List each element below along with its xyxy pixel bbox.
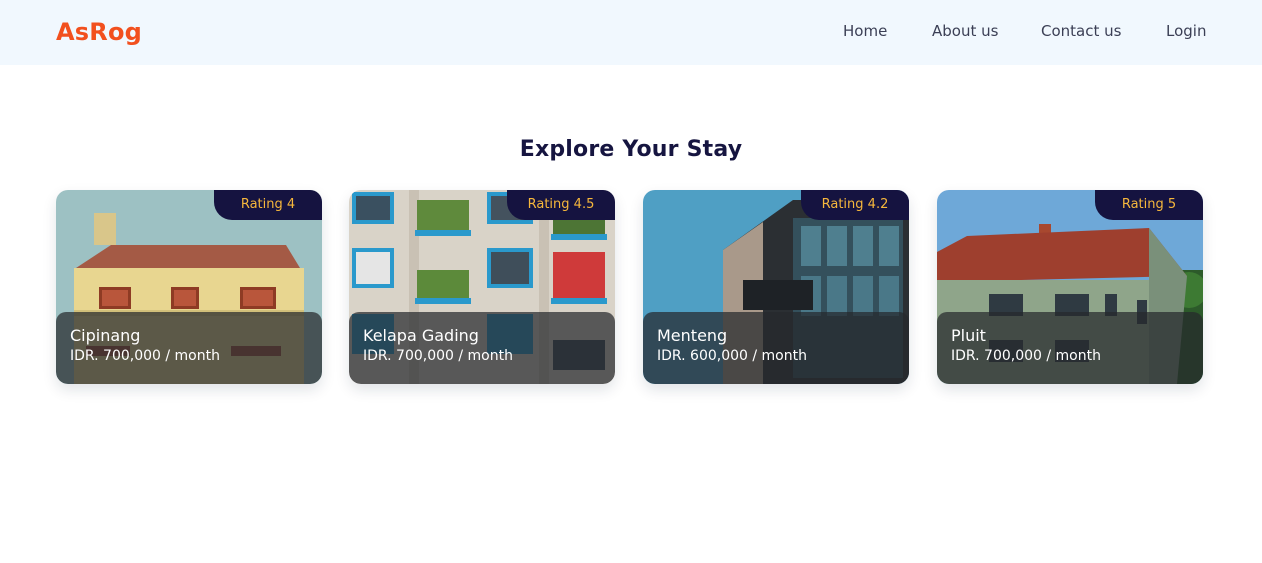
listing-name: Pluit xyxy=(951,326,986,345)
nav-about-link[interactable]: About us xyxy=(932,22,998,40)
listing-info: Cipinang IDR. 700,000 / month xyxy=(56,312,322,384)
rating-badge: Rating 5 xyxy=(1095,190,1203,220)
logo[interactable]: AsRog xyxy=(56,18,142,46)
listing-card-menteng[interactable]: Rating 4.2 Menteng IDR. 600,000 / month xyxy=(643,190,909,384)
listing-price: IDR. 700,000 / month xyxy=(70,348,220,364)
listing-card-kelapa-gading[interactable]: Rating 4.5 Kelapa Gading IDR. 700,000 / … xyxy=(349,190,615,384)
listing-name: Menteng xyxy=(657,326,728,345)
listing-name: Cipinang xyxy=(70,326,141,345)
nav-login-link[interactable]: Login xyxy=(1166,22,1206,40)
listing-price: IDR. 600,000 / month xyxy=(657,348,807,364)
rating-badge: Rating 4.5 xyxy=(507,190,615,220)
listing-price: IDR. 700,000 / month xyxy=(951,348,1101,364)
listing-info: Menteng IDR. 600,000 / month xyxy=(643,312,909,384)
listing-name: Kelapa Gading xyxy=(363,326,479,345)
navbar: AsRog Home About us Contact us Login xyxy=(0,0,1262,65)
listing-card-cipinang[interactable]: Rating 4 Cipinang IDR. 700,000 / month xyxy=(56,190,322,384)
nav-home-link[interactable]: Home xyxy=(843,22,887,40)
nav-contact-link[interactable]: Contact us xyxy=(1041,22,1121,40)
rating-badge: Rating 4 xyxy=(214,190,322,220)
listing-price: IDR. 700,000 / month xyxy=(363,348,513,364)
rating-badge: Rating 4.2 xyxy=(801,190,909,220)
section-title: Explore Your Stay xyxy=(519,137,743,162)
listing-info: Pluit IDR. 700,000 / month xyxy=(937,312,1203,384)
listing-card-pluit[interactable]: Rating 5 Pluit IDR. 700,000 / month xyxy=(937,190,1203,384)
listing-info: Kelapa Gading IDR. 700,000 / month xyxy=(349,312,615,384)
